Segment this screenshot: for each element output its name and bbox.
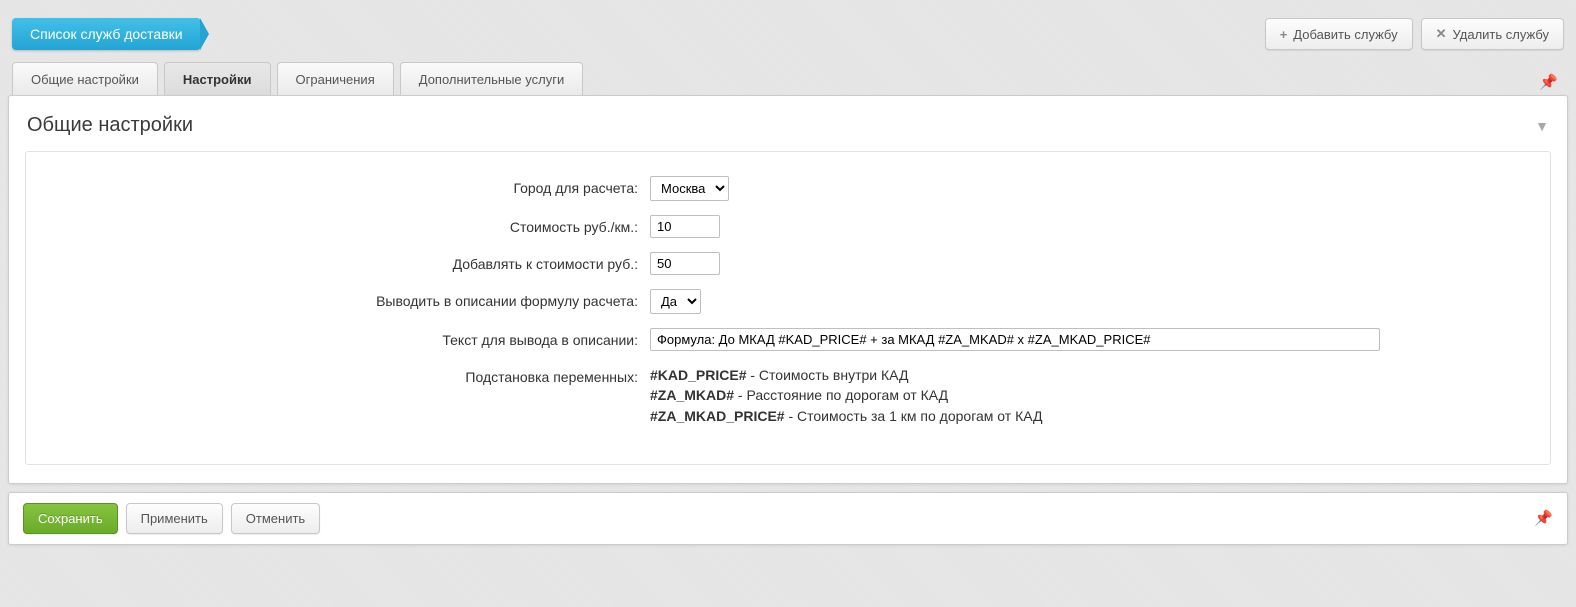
tab-extra[interactable]: Дополнительные услуги xyxy=(400,62,583,95)
tabs-pin: 📌 xyxy=(1539,67,1564,95)
apply-button[interactable]: Применить xyxy=(126,503,223,534)
var-line: #ZA_MKAD_PRICE# - Стоимость за 1 км по д… xyxy=(650,406,1526,426)
form-box: Город для расчета: Москва Стоимость руб.… xyxy=(25,151,1551,465)
cost-input[interactable] xyxy=(650,215,720,238)
vars-block: #KAD_PRICE# - Стоимость внутри КАД #ZA_M… xyxy=(650,365,1526,426)
show-formula-select[interactable]: Да xyxy=(650,289,701,314)
breadcrumb-title: Список служб доставки xyxy=(30,26,183,42)
add-cost-input[interactable] xyxy=(650,252,720,275)
close-icon: ✕ xyxy=(1436,26,1447,42)
label-desc-text: Текст для вывода в описании: xyxy=(50,328,650,348)
city-select[interactable]: Москва xyxy=(650,176,729,201)
label-vars: Подстановка переменных: xyxy=(50,365,650,385)
settings-panel: Общие настройки ▼ Город для расчета: Мос… xyxy=(8,95,1568,484)
save-button[interactable]: Сохранить xyxy=(23,503,118,534)
row-add-cost: Добавлять к стоимости руб.: xyxy=(50,252,1526,275)
delete-service-label: Удалить службу xyxy=(1453,27,1549,42)
row-show-formula: Выводить в описании формулу расчета: Да xyxy=(50,289,1526,314)
footer-actions: Сохранить Применить Отменить 📌 xyxy=(8,492,1568,545)
top-actions: + Добавить службу ✕ Удалить службу xyxy=(1265,18,1564,50)
label-show-formula: Выводить в описании формулу расчета: xyxy=(50,289,650,309)
pin-icon[interactable]: 📌 xyxy=(1539,74,1558,91)
label-cost: Стоимость руб./км.: xyxy=(50,215,650,235)
pin-icon[interactable]: 📌 xyxy=(1534,509,1553,527)
top-bar: Список служб доставки + Добавить службу … xyxy=(0,0,1576,62)
breadcrumb[interactable]: Список служб доставки xyxy=(12,18,201,50)
plus-icon: + xyxy=(1280,27,1288,42)
delete-service-button[interactable]: ✕ Удалить службу xyxy=(1421,18,1564,50)
collapse-icon[interactable]: ▼ xyxy=(1535,118,1549,134)
tab-settings[interactable]: Настройки xyxy=(164,62,271,95)
row-vars: Подстановка переменных: #KAD_PRICE# - Ст… xyxy=(50,365,1526,426)
panel-title: Общие настройки xyxy=(27,114,193,137)
row-cost: Стоимость руб./км.: xyxy=(50,215,1526,238)
add-service-button[interactable]: + Добавить службу xyxy=(1265,18,1413,50)
panel-header: Общие настройки ▼ xyxy=(25,110,1551,151)
desc-text-input[interactable] xyxy=(650,328,1380,351)
label-city: Город для расчета: xyxy=(50,176,650,196)
row-city: Город для расчета: Москва xyxy=(50,176,1526,201)
tabs: Общие настройки Настройки Ограничения До… xyxy=(0,62,1576,95)
row-desc-text: Текст для вывода в описании: xyxy=(50,328,1526,351)
tab-restrictions[interactable]: Ограничения xyxy=(277,62,394,95)
label-add-cost: Добавлять к стоимости руб.: xyxy=(50,252,650,272)
tab-general[interactable]: Общие настройки xyxy=(12,62,158,95)
add-service-label: Добавить службу xyxy=(1293,27,1397,42)
var-line: #ZA_MKAD# - Расстояние по дорогам от КАД xyxy=(650,385,1526,405)
cancel-button[interactable]: Отменить xyxy=(231,503,320,534)
var-line: #KAD_PRICE# - Стоимость внутри КАД xyxy=(650,365,1526,385)
